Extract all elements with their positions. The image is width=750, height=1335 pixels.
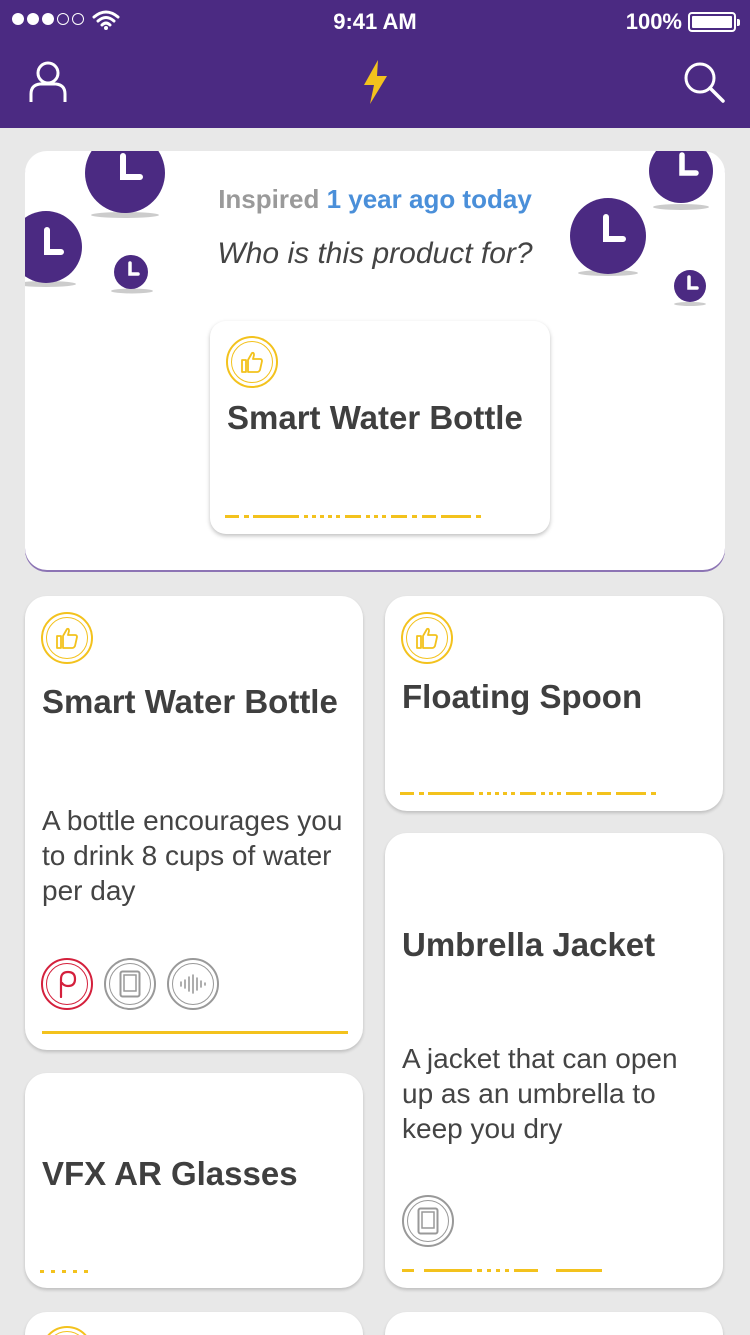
inspired-memory-card[interactable]: Inspired 1 year ago today Who is this pr…	[25, 151, 725, 570]
pinterest-icon[interactable]	[41, 958, 93, 1010]
idea-card-vfx-ar-glasses[interactable]: VFX AR Glasses	[25, 1073, 363, 1288]
idea-card-smart-water-bottle[interactable]: Smart Water Bottle A bottle encourages y…	[25, 596, 363, 1050]
progress-dash-line	[40, 1270, 88, 1273]
card-title: VFX AR Glasses	[42, 1155, 298, 1192]
hero-product-title: Smart Water Bottle	[227, 399, 523, 436]
nav-bar	[0, 44, 750, 128]
inspired-prefix: Inspired	[218, 184, 320, 214]
hero-product-card[interactable]: Smart Water Bottle	[210, 321, 550, 534]
tablet-icon[interactable]	[402, 1195, 454, 1247]
thumbs-up-icon[interactable]	[41, 1326, 93, 1335]
idea-card-floating-spoon[interactable]: Floating Spoon	[385, 596, 723, 811]
hero-question: Who is this product for?	[217, 237, 533, 270]
idea-card-partial[interactable]	[25, 1312, 363, 1335]
progress-dash-line	[225, 515, 481, 518]
progress-dash-line	[400, 792, 656, 795]
thumbs-up-icon[interactable]	[401, 612, 453, 664]
profile-icon[interactable]	[24, 58, 72, 106]
card-title: Floating Spoon	[402, 678, 643, 715]
battery-icon	[688, 12, 740, 32]
progress-line	[42, 1031, 348, 1034]
clock-icon	[674, 270, 706, 306]
battery-percentage: 100%	[625, 9, 682, 34]
card-title: Umbrella Jacket	[402, 926, 656, 963]
search-icon[interactable]	[680, 58, 728, 106]
card-title: Smart Water Bottle	[42, 683, 338, 720]
inspired-date[interactable]: 1 year ago today	[327, 184, 532, 214]
thumbs-up-icon[interactable]	[226, 336, 278, 388]
inspired-label: Inspired 1 year ago today	[25, 184, 725, 215]
audio-icon[interactable]	[167, 958, 219, 1010]
tablet-icon[interactable]	[104, 958, 156, 1010]
status-bar: 9:41 AM 100%	[0, 0, 750, 44]
thumbs-up-icon[interactable]	[41, 612, 93, 664]
card-description: A jacket that can open up as an umbrella…	[402, 1043, 678, 1144]
card-description: A bottle encourages you to drink 8 cups …	[42, 805, 343, 906]
idea-card-partial[interactable]	[385, 1312, 723, 1335]
progress-dash-line	[402, 1269, 602, 1272]
idea-card-umbrella-jacket[interactable]: Umbrella Jacket A jacket that can open u…	[385, 833, 723, 1288]
lightning-icon[interactable]	[351, 58, 399, 106]
